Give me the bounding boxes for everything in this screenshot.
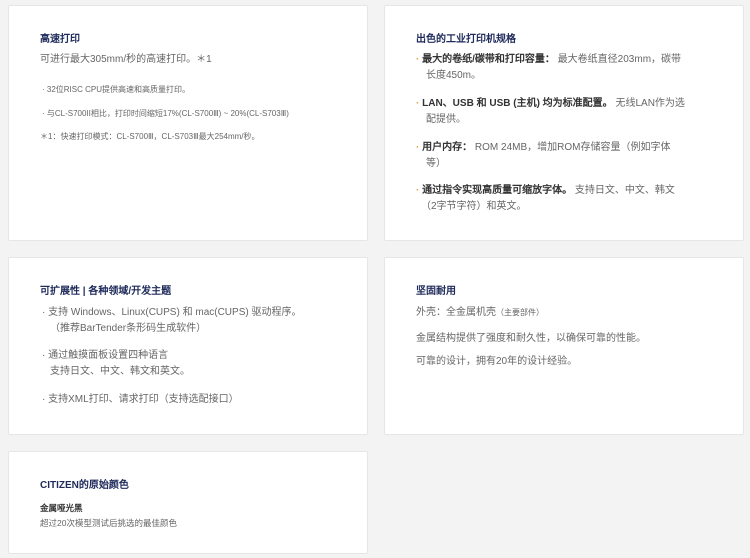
card-title: 出色的工业打印机规格 xyxy=(416,34,516,45)
card-specs: 出色的工业打印机规格 · 最大的卷纸/碳带和打印容量： 最大卷纸直径203mm，… xyxy=(384,5,744,241)
spec-text-cont: 长度450m。 xyxy=(426,70,482,81)
spec-text: ROM 24MB，增加ROM存储容量（例如字体 xyxy=(474,142,671,153)
spec-text: 最大卷纸直径203mm，碳带 xyxy=(557,54,682,65)
footnote: ＊1：快速打印模式：CL-S700Ⅲ，CL-S703Ⅲ最大254mm/秒。 xyxy=(40,132,260,141)
bullet-icon: · xyxy=(416,98,420,109)
card-high-speed: 高速打印 可进行最大305mm/秒的高速打印。＊1 · 32位RISC CPU提… xyxy=(8,5,368,241)
spec-strong: 最大的卷纸/碳带和打印容量： xyxy=(422,54,555,65)
spec-item: · 最大的卷纸/碳带和打印容量： 最大卷纸直径203mm，碳带 xyxy=(416,52,681,68)
card-extensible: 可扩展性 | 各种领域/开发主题 · 支持 Windows、Linux(CUPS… xyxy=(8,257,368,435)
card-title: CITIZEN的原始颜色 xyxy=(40,480,129,491)
list-item-cont: 支持日文、中文、韩文和英文。 xyxy=(50,366,190,377)
spec-text-cont: （2字节字符）和英文。 xyxy=(421,201,527,212)
spec-item: · 用户内存： ROM 24MB，增加ROM存储容量（例如字体 xyxy=(416,140,670,156)
card-title: 高速打印 xyxy=(40,34,80,45)
bullet-icon: · xyxy=(416,142,420,153)
spec-text-cont: 配提供。 xyxy=(426,114,466,125)
spec-item: · LAN、USB 和 USB (主机) 均为标准配置。 无线LAN作为选 xyxy=(416,96,685,112)
bullet-icon: · xyxy=(416,54,420,65)
list-item: · 32位RISC CPU提供高速和高质量打印。 xyxy=(42,85,191,94)
spec-strong: LAN、USB 和 USB (主机) 均为标准配置。 xyxy=(422,98,613,109)
durable-line: 外壳：全金属机壳（主要部件） xyxy=(416,305,544,321)
list-item-cont: （推荐BarTender条形码生成软件） xyxy=(50,323,207,334)
list-item: · 与CL-S700II相比，打印时间缩短17%(CL-S700Ⅲ) ~ 20%… xyxy=(42,109,289,118)
spec-text: 支持日文、中文、韩文 xyxy=(574,185,675,196)
card-title: 可扩展性 | 各种领域/开发主题 xyxy=(40,286,172,297)
list-item: · 通过触摸面板设置四种语言 xyxy=(42,350,169,361)
durable-main: 外壳：全金属机壳 xyxy=(416,307,496,318)
durable-line: 金属结构提供了强度和耐久性，以确保可靠的性能。 xyxy=(416,333,646,344)
color-subtitle: 金属哑光黑 xyxy=(40,503,83,513)
lead-text: 可进行最大305mm/秒的高速打印。＊1 xyxy=(40,54,212,65)
list-item: · 支持 Windows、Linux(CUPS) 和 mac(CUPS) 驱动程… xyxy=(42,307,302,318)
card-durable: 坚固耐用 外壳：全金属机壳（主要部件） 金属结构提供了强度和耐久性，以确保可靠的… xyxy=(384,257,744,435)
card-title: 坚固耐用 xyxy=(416,286,456,297)
spec-item: · 通过指令实现高质量可缩放字体。 支持日文、中文、韩文 xyxy=(416,183,675,199)
list-item: · 支持XML打印、请求打印（支持选配接口） xyxy=(42,394,239,405)
spec-text: 无线LAN作为选 xyxy=(615,98,685,109)
bullet-icon: · xyxy=(416,185,420,196)
durable-line: 可靠的设计，拥有20年的设计经验。 xyxy=(416,356,578,367)
spec-strong: 用户内存： xyxy=(422,142,473,153)
spec-text-cont: 等） xyxy=(426,158,446,169)
color-desc: 超过20次模型测试后挑选的最佳颜色 xyxy=(40,518,177,528)
spec-strong: 通过指令实现高质量可缩放字体。 xyxy=(422,185,573,196)
durable-sub: （主要部件） xyxy=(496,308,544,317)
card-color: CITIZEN的原始颜色 金属哑光黑 超过20次模型测试后挑选的最佳颜色 xyxy=(8,451,368,554)
